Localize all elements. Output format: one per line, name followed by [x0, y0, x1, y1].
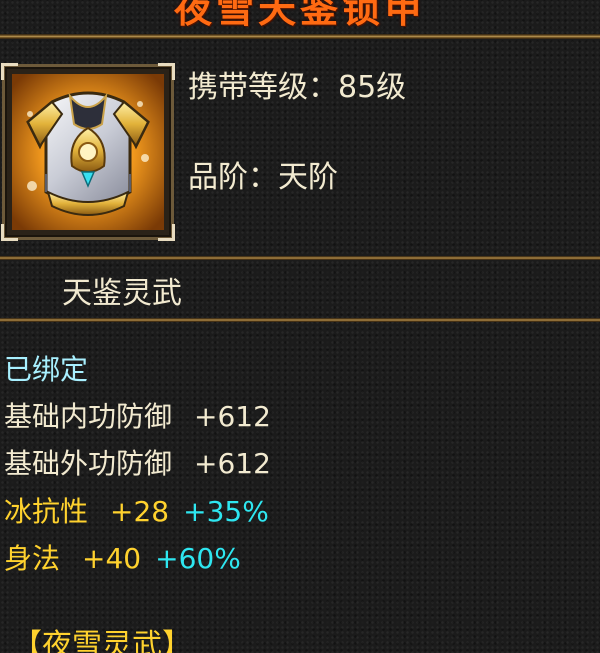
stat-name: 基础外功防御 [4, 447, 173, 480]
stat-name: 基础内功防御 [4, 400, 173, 433]
stat-row: 身法 +40 +60% [4, 541, 241, 577]
set-name: 【夜雪灵武】 [12, 628, 192, 653]
item-tooltip: 夜雪天鉴锁甲 携带等级：85级 品阶：天阶 天鉴灵武 已绑定 基础内功防御 +6… [0, 0, 600, 653]
divider-stats [0, 318, 600, 322]
stat-name: 冰抗性 [4, 495, 89, 528]
item-icon-frame [1, 63, 175, 241]
divider-middle [0, 256, 600, 260]
stat-name: 身法 [4, 542, 61, 575]
item-grade: 品阶：天阶 [188, 160, 338, 195]
carry-level: 携带等级：85级 [188, 70, 407, 105]
stat-row: 基础内功防御 +612 [4, 399, 271, 435]
stat-row: 基础外功防御 +612 [4, 446, 271, 482]
item-name: 夜雪天鉴锁甲 [173, 0, 426, 31]
stat-value: +612 [194, 400, 271, 433]
stat-row: 冰抗性 +28 +35% [4, 494, 269, 530]
divider-top [0, 34, 600, 39]
bound-status: 已绑定 [4, 353, 89, 386]
stat-value: +28 [110, 495, 170, 528]
armor-chestplate-icon [12, 74, 164, 230]
stat-percent: +35% [183, 495, 269, 528]
stat-value: +40 [82, 542, 142, 575]
category-label: 天鉴灵武 [62, 276, 182, 311]
stat-percent: +60% [155, 542, 241, 575]
stat-value: +612 [194, 447, 271, 480]
